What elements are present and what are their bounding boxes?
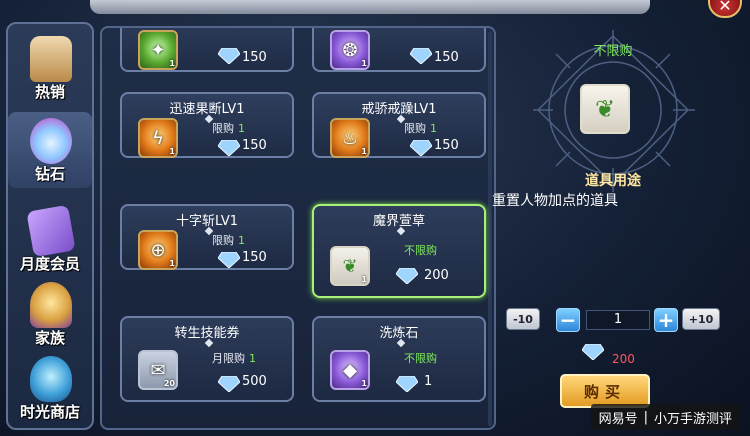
item-limit: 限购 1 xyxy=(212,234,245,247)
item-price: 500 xyxy=(242,374,267,389)
shop-item-card[interactable]: 戒骄戒躁LV1 ♨ 1 限购 1 150 xyxy=(312,92,486,158)
quantity-input[interactable]: 1 xyxy=(586,310,650,330)
diamond-icon xyxy=(396,376,418,392)
item-price: 150 xyxy=(434,50,459,65)
red-skill-icon: ❂ 1 xyxy=(330,30,370,70)
shop-screen: ✕ 热销 钻石 月度会员 家族 时光商店 ✦ 1 150 ❂ 1 150 迅速果… xyxy=(0,0,750,436)
shop-item-card[interactable]: 转生技能券 ✉ 20 月限购 1 500 xyxy=(120,316,294,402)
item-price: 150 xyxy=(434,138,459,153)
item-name: 迅速果断LV1 xyxy=(169,102,245,117)
swift-skill-icon: ϟ1 xyxy=(138,118,178,158)
total-price: 200 xyxy=(612,352,635,366)
sidebar-item-hot[interactable]: 热销 xyxy=(8,30,92,106)
sidebar-item-monthly[interactable]: 月度会员 xyxy=(8,202,92,278)
sidebar: 热销 钻石 月度会员 家族 时光商店 xyxy=(6,22,94,430)
diamond-icon xyxy=(218,48,240,64)
diamond-icon xyxy=(396,268,418,284)
scrollbar[interactable] xyxy=(488,32,492,426)
diamond-icon xyxy=(410,48,432,64)
minus-button[interactable]: − xyxy=(556,308,580,332)
sidebar-item-label: 钻石 xyxy=(34,165,65,183)
card-icon xyxy=(26,204,76,258)
herb-icon: ❦ 1 xyxy=(330,246,370,286)
plus-button[interactable]: + xyxy=(654,308,678,332)
crest-icon xyxy=(30,282,72,328)
bag-icon xyxy=(30,36,72,82)
minus-10-button[interactable]: -10 xyxy=(506,308,540,330)
diamond-pile-icon xyxy=(30,118,72,164)
cross-slash-icon: ⊕ 1 xyxy=(138,230,178,270)
item-price: 1 xyxy=(424,374,433,389)
item-name: 戒骄戒躁LV1 xyxy=(361,102,437,117)
usage-title: 道具用途 xyxy=(585,173,641,189)
item-limit: 不限购 xyxy=(404,352,437,365)
purple-gem-icon: ◆ 1 xyxy=(330,350,370,390)
sidebar-item-label: 热销 xyxy=(34,83,65,101)
item-name: 魔界萱草 xyxy=(372,214,425,229)
sidebar-item-family[interactable]: 家族 xyxy=(8,276,92,352)
item-limit: 月限购 1 xyxy=(212,352,256,365)
usage-description: 重置人物加点的道具 xyxy=(492,193,618,209)
watermark-right: 小万手游测评 xyxy=(653,411,732,427)
diamond-icon xyxy=(218,252,240,268)
item-name: 洗炼石 xyxy=(379,326,419,341)
sidebar-item-diamond[interactable]: 钻石 xyxy=(8,112,92,188)
item-limit: 限购 1 xyxy=(404,122,437,135)
shop-item-card[interactable]: ✦ 1 150 xyxy=(120,28,294,72)
quantity-stepper: -10 − 1 + +10 xyxy=(506,308,722,332)
sidebar-item-time-shop[interactable]: 时光商店 xyxy=(8,350,92,426)
watermark-divider: | xyxy=(643,409,648,425)
shop-item-card[interactable]: 迅速果断LV1 ϟ1 限购 1 150 xyxy=(120,92,294,158)
diamond-icon xyxy=(218,140,240,156)
diamond-icon xyxy=(410,140,432,156)
diamond-icon xyxy=(218,376,240,392)
shield-icon xyxy=(30,356,72,402)
close-button[interactable]: ✕ xyxy=(708,0,742,18)
sidebar-item-label: 时光商店 xyxy=(19,403,80,421)
item-price: 150 xyxy=(242,50,267,65)
top-rim xyxy=(90,0,650,14)
item-limit: 限购 1 xyxy=(212,122,245,135)
sidebar-item-label: 月度会员 xyxy=(19,255,80,273)
shop-item-card[interactable]: 洗炼石 ◆ 1 不限购 1 xyxy=(312,316,486,402)
green-skill-icon: ✦ 1 xyxy=(138,30,178,70)
plus-10-button[interactable]: +10 xyxy=(682,308,720,330)
shop-item-card-selected[interactable]: 魔界萱草 ❦ 1 不限购 200 xyxy=(312,204,486,298)
item-price: 200 xyxy=(424,268,449,283)
shop-item-card[interactable]: ❂ 1 150 xyxy=(312,28,486,72)
close-icon: ✕ xyxy=(718,0,732,15)
item-detail-panel: 不限购 ❦ 道具用途 重置人物加点的道具 -10 − 1 + +10 200 购… xyxy=(492,26,730,430)
buy-button[interactable]: 购买 xyxy=(560,374,650,408)
scroll-icon: ✉ 20 xyxy=(138,350,178,390)
sidebar-item-label: 家族 xyxy=(34,329,65,347)
shop-item-card[interactable]: 十字斩LV1 ⊕ 1 限购 1 150 xyxy=(120,204,294,270)
limit-tag: 不限购 xyxy=(593,44,633,59)
shop-item-grid: ✦ 1 150 ❂ 1 150 迅速果断LV1 ϟ1 限购 1 150 戒骄戒躁LV1… xyxy=(100,26,496,430)
item-name: 十字斩LV1 xyxy=(176,214,238,229)
calm-skill-icon: ♨ 1 xyxy=(330,118,370,158)
watermark-left: 网易号 xyxy=(598,411,638,427)
watermark: 网易号 | 小万手游测评 xyxy=(590,404,740,430)
item-price: 150 xyxy=(242,250,267,265)
item-limit: 不限购 xyxy=(404,244,437,257)
diamond-icon xyxy=(582,344,604,360)
item-name: 转生技能券 xyxy=(174,326,240,341)
herb-icon: ❦ xyxy=(580,84,630,134)
item-price: 150 xyxy=(242,138,267,153)
